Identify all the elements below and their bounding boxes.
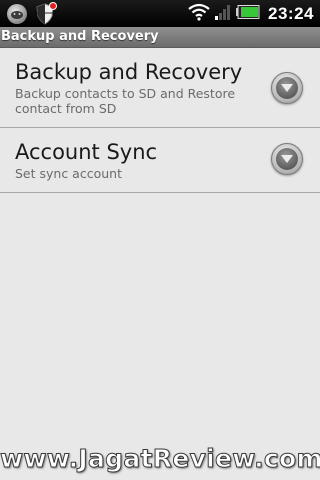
- shield-alert-icon: [35, 1, 57, 25]
- chevron-down-icon: [281, 84, 293, 92]
- list-item-backup-recovery[interactable]: Backup and Recovery Backup contacts to S…: [0, 49, 320, 128]
- android-notification-icon: [7, 3, 27, 24]
- list-item-summary: Set sync account: [15, 166, 122, 181]
- wifi-icon: [188, 3, 210, 25]
- list-item-summary: Backup contacts to SD and Restore contac…: [15, 86, 236, 116]
- expand-button[interactable]: [271, 143, 303, 175]
- page-title: Backup and Recovery: [0, 27, 320, 48]
- expand-button[interactable]: [271, 72, 303, 104]
- battery-icon: [236, 4, 260, 23]
- watermark: www.JagatReview.com: [0, 444, 320, 474]
- clock: 23:24: [268, 3, 314, 23]
- status-bar: 23:24: [0, 0, 320, 27]
- notification-area[interactable]: [0, 1, 57, 25]
- screen: 23:24 Backup and Recovery Backup and Rec…: [0, 0, 320, 480]
- signal-icon: [214, 4, 232, 24]
- chevron-down-icon: [281, 155, 293, 163]
- settings-list: Backup and Recovery Backup contacts to S…: [0, 49, 320, 193]
- list-item-account-sync[interactable]: Account Sync Set sync account: [0, 128, 320, 193]
